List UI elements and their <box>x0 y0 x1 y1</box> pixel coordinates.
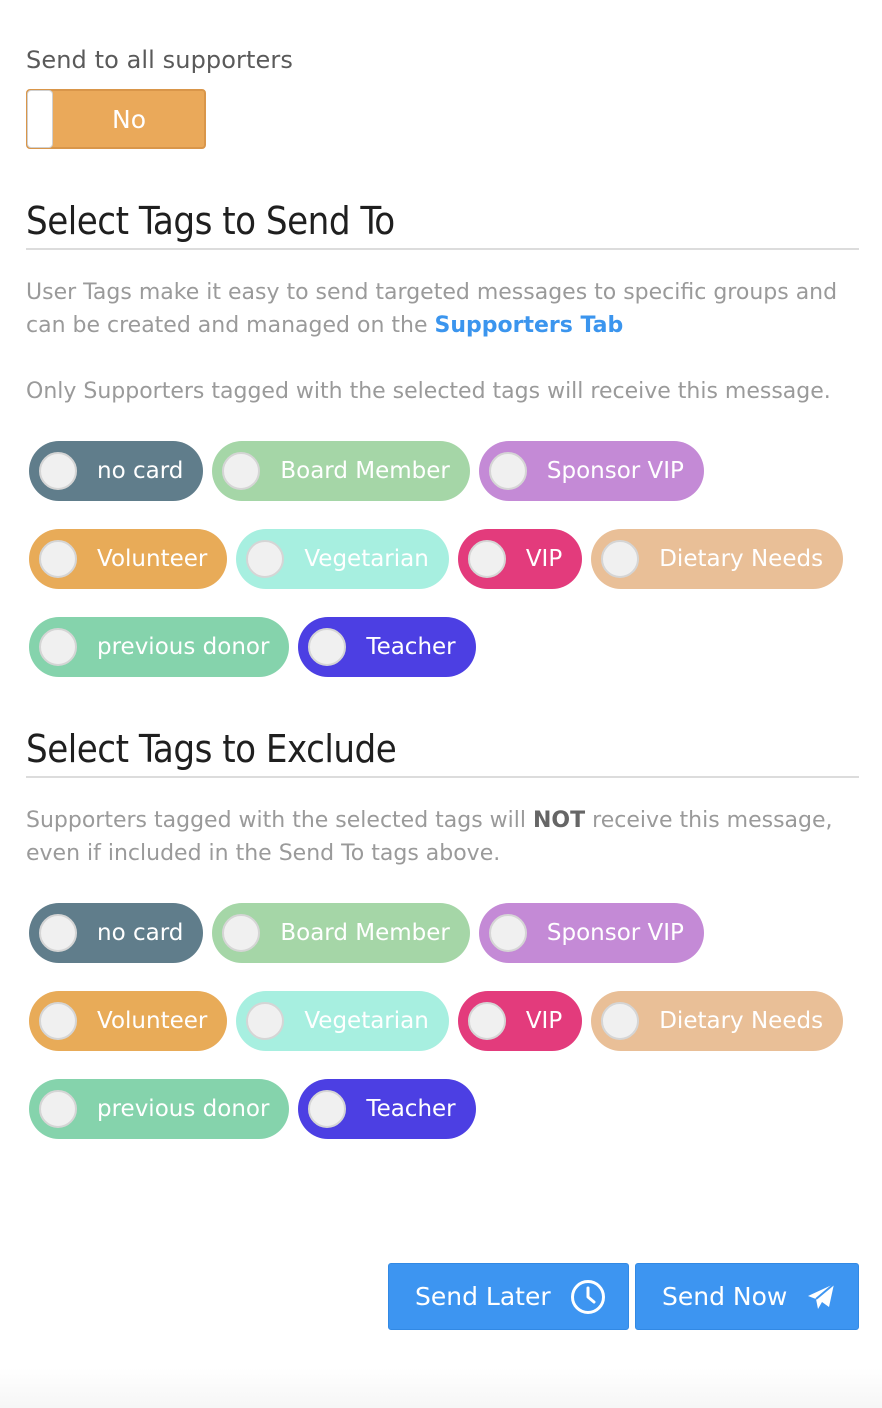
send-to-note: Only Supporters tagged with the selected… <box>26 379 831 404</box>
exclude-tag-vegetarian[interactable]: Vegetarian <box>236 991 449 1051</box>
tag-label: VIP <box>525 546 563 572</box>
exclude-tag-dietary-needs[interactable]: Dietary Needs <box>591 991 844 1051</box>
toggle-knob[interactable] <box>27 90 53 148</box>
exclude-tag-no-card[interactable]: no card <box>29 903 204 963</box>
tag-checkbox[interactable] <box>39 540 77 578</box>
exclude-tag-volunteer[interactable]: Volunteer <box>29 991 228 1051</box>
send-now-button[interactable]: Send Now <box>635 1263 859 1330</box>
exclude-tag-vip[interactable]: VIP <box>457 991 583 1051</box>
exclude-tag-teacher[interactable]: Teacher <box>298 1079 476 1139</box>
tag-label: no card <box>97 458 184 484</box>
exclude-description: Supporters tagged with the selected tags… <box>26 804 859 870</box>
tag-label: Volunteer <box>97 546 208 572</box>
exclude-tag-row: no card Board Member Sponsor VIP <box>29 903 704 963</box>
send-now-label: Send Now <box>662 1282 788 1311</box>
tag-checkbox[interactable] <box>308 1090 347 1128</box>
tag-label: Board Member <box>280 920 450 946</box>
tag-checkbox[interactable] <box>601 1002 640 1040</box>
exclude-title: Select Tags to Exclude <box>26 726 859 778</box>
send-to-desc-text: User Tags make it easy to send targeted … <box>26 280 838 338</box>
send-to-tag-vip[interactable]: VIP <box>457 529 583 589</box>
tag-label: VIP <box>525 1008 563 1034</box>
exclude-tag-row: Volunteer Vegetarian VIP Dietary Needs <box>29 991 844 1051</box>
tag-checkbox[interactable] <box>222 452 261 490</box>
send-to-title: Select Tags to Send To <box>26 198 859 250</box>
toggle-value: No <box>112 104 146 134</box>
exclude-tag-sponsor-vip[interactable]: Sponsor VIP <box>478 903 704 963</box>
tag-label: Teacher <box>366 634 456 660</box>
send-to-tag-volunteer[interactable]: Volunteer <box>29 529 228 589</box>
send-to-tag-dietary-needs[interactable]: Dietary Needs <box>591 529 844 589</box>
send-to-tag-no-card[interactable]: no card <box>29 441 204 501</box>
send-to-tag-row: no card Board Member Sponsor VIP <box>29 441 704 501</box>
exclude-desc-emphasis: NOT <box>533 808 586 833</box>
tag-label: Vegetarian <box>304 546 429 572</box>
tag-checkbox[interactable] <box>246 1002 285 1040</box>
tag-checkbox[interactable] <box>488 452 527 490</box>
tag-label: previous donor <box>97 1096 270 1122</box>
exclude-tag-board-member[interactable]: Board Member <box>212 903 470 963</box>
tag-checkbox[interactable] <box>39 452 77 490</box>
tag-checkbox[interactable] <box>601 540 640 578</box>
paper-plane-icon <box>806 1282 836 1312</box>
tag-checkbox[interactable] <box>39 1090 77 1128</box>
send-to-tag-previous-donor[interactable]: previous donor <box>29 617 290 677</box>
send-to-tag-vegetarian[interactable]: Vegetarian <box>236 529 449 589</box>
tag-label: Dietary Needs <box>659 546 824 572</box>
tag-label: Vegetarian <box>304 1008 429 1034</box>
exclude-desc-text: Supporters tagged with the selected tags… <box>26 808 534 833</box>
send-to-tag-board-member[interactable]: Board Member <box>212 441 470 501</box>
tag-checkbox[interactable] <box>222 914 261 952</box>
send-to-tag-sponsor-vip[interactable]: Sponsor VIP <box>478 441 704 501</box>
send-to-tag-teacher[interactable]: Teacher <box>298 617 476 677</box>
exclude-tag-row: previous donor Teacher <box>29 1079 476 1139</box>
tag-checkbox[interactable] <box>39 1002 77 1040</box>
tag-checkbox[interactable] <box>488 914 527 952</box>
tag-label: Sponsor VIP <box>546 458 684 484</box>
footer-fade <box>0 1368 882 1408</box>
tag-label: Sponsor VIP <box>546 920 684 946</box>
tag-checkbox[interactable] <box>39 628 77 666</box>
tag-label: Dietary Needs <box>659 1008 824 1034</box>
tag-label: previous donor <box>97 634 270 660</box>
tag-checkbox[interactable] <box>467 540 506 578</box>
tag-label: Teacher <box>366 1096 456 1122</box>
tag-checkbox[interactable] <box>467 1002 506 1040</box>
tag-checkbox[interactable] <box>39 914 77 952</box>
clock-icon <box>570 1279 606 1315</box>
send-later-label: Send Later <box>415 1282 551 1311</box>
tag-label: Volunteer <box>97 1008 208 1034</box>
send-all-label: Send to all supporters <box>26 46 293 74</box>
tag-checkbox[interactable] <box>308 628 347 666</box>
send-to-description: User Tags make it easy to send targeted … <box>26 276 859 342</box>
send-later-button[interactable]: Send Later <box>388 1263 629 1330</box>
tag-label: Board Member <box>280 458 450 484</box>
send-to-tag-row: previous donor Teacher <box>29 617 476 677</box>
send-to-tag-row: Volunteer Vegetarian VIP Dietary Needs <box>29 529 844 589</box>
tag-label: no card <box>97 920 184 946</box>
send-all-toggle[interactable]: No <box>26 89 206 149</box>
supporters-tab-link[interactable]: Supporters Tab <box>434 313 623 338</box>
tag-checkbox[interactable] <box>246 540 285 578</box>
exclude-tag-previous-donor[interactable]: previous donor <box>29 1079 290 1139</box>
